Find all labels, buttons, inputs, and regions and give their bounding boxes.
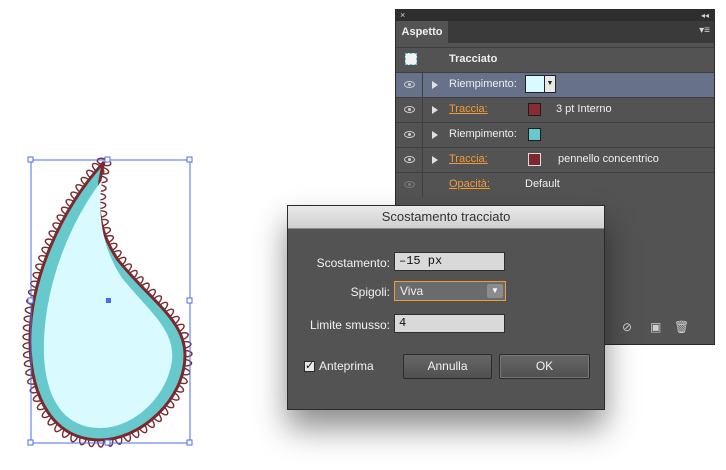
appearance-row-fill-2[interactable]: Riempimento: [396, 122, 714, 147]
row-value: 3 pt Interno [556, 103, 612, 115]
stroke-color-swatch[interactable] [528, 153, 541, 166]
expand-triangle-icon[interactable] [432, 81, 438, 89]
appearance-row-fill-1[interactable]: Riempimento: ▼ [396, 72, 714, 97]
row-value: pennello concentrico [558, 153, 659, 165]
ok-button[interactable]: OK [499, 354, 590, 379]
selection-center-point [106, 298, 111, 303]
eye-icon[interactable] [404, 156, 415, 163]
panel-collapse-icon[interactable]: ◂◂ [701, 10, 709, 21]
row-value: Default [525, 178, 560, 190]
miter-limit-label: Limite smusso: [309, 318, 390, 332]
panel-close-icon[interactable]: × [400, 10, 405, 21]
panel-menu-icon[interactable]: ▾≡ [699, 25, 710, 36]
offset-path-dialog: Scostamento tracciato Scostamento: –15 p… [287, 205, 605, 410]
row-label-link[interactable]: Traccia: [449, 103, 488, 115]
stroke-color-swatch[interactable] [528, 103, 541, 116]
expand-triangle-icon[interactable] [432, 156, 438, 164]
dialog-title: Scostamento tracciato [288, 206, 604, 229]
tab-aspetto[interactable]: Aspetto [396, 21, 448, 43]
new-item-icon[interactable]: ▣ [650, 320, 661, 334]
offset-input[interactable]: –15 px [394, 252, 505, 271]
expand-triangle-icon[interactable] [432, 106, 438, 114]
row-label: Riempimento: [449, 78, 517, 90]
miter-limit-input[interactable]: 4 [394, 314, 505, 333]
fill-color-swatch[interactable] [528, 128, 541, 141]
appearance-row-stroke-2[interactable]: Traccia: pennello concentrico [396, 147, 714, 172]
offset-label: Scostamento: [316, 256, 390, 270]
appearance-header-row[interactable]: Tracciato [396, 47, 714, 72]
joins-select-value: Viva [400, 284, 424, 298]
joins-select[interactable]: Viva ▼ [394, 281, 506, 301]
chevron-down-icon: ▼ [487, 284, 503, 298]
row-label-link[interactable]: Opacità: [449, 178, 490, 190]
eye-icon[interactable] [404, 81, 415, 88]
appearance-row-stroke-1[interactable]: Traccia: 3 pt Interno [396, 97, 714, 122]
eye-icon[interactable] [404, 106, 415, 113]
row-label: Riempimento: [449, 128, 517, 140]
appearance-row-opacity[interactable]: Opacità: Default [396, 172, 714, 197]
eye-icon[interactable] [404, 131, 415, 138]
preview-checkbox[interactable]: ✓ [304, 361, 315, 372]
panel-tab-row: Aspetto ▾≡ [396, 21, 714, 43]
preview-label: Anteprima [319, 359, 374, 373]
path-thumbnail-icon [405, 53, 417, 65]
appearance-target-label: Tracciato [449, 53, 498, 65]
cancel-button[interactable]: Annulla [403, 354, 492, 379]
row-label-link[interactable]: Traccia: [449, 153, 488, 165]
trash-icon[interactable]: 🗑 [674, 320, 689, 334]
clear-appearance-icon[interactable]: ⊘ [622, 320, 632, 334]
swatch-dropdown-icon[interactable]: ▼ [544, 75, 556, 93]
joins-label: Spigoli: [350, 285, 390, 299]
expand-triangle-icon[interactable] [432, 131, 438, 139]
panel-topbar: × ◂◂ [396, 10, 714, 21]
fill-color-swatch[interactable] [525, 75, 545, 93]
eye-icon[interactable] [404, 181, 415, 188]
